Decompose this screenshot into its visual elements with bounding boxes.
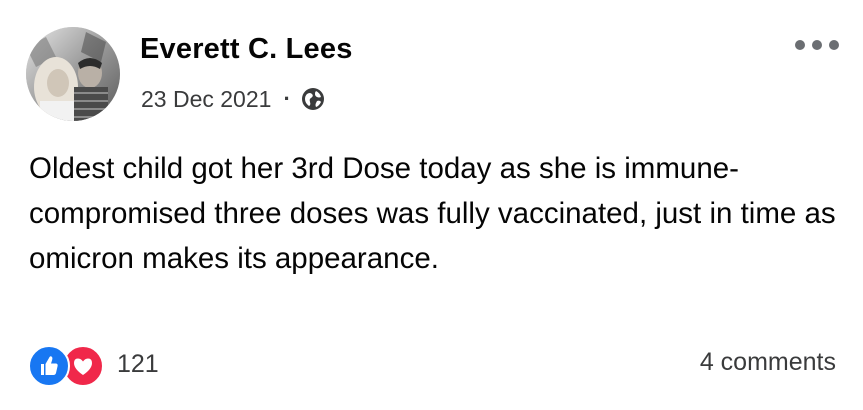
avatar-photo	[26, 27, 120, 121]
post-card: Everett C. Lees 23 Dec 2021 · Oldest chi…	[0, 0, 863, 410]
comments-count[interactable]: 4 comments	[700, 348, 836, 377]
reactions-summary[interactable]: 121	[28, 344, 159, 387]
author-avatar[interactable]	[26, 27, 120, 121]
meta-separator: ·	[283, 86, 291, 111]
more-options-icon	[812, 40, 822, 50]
more-options-icon	[829, 40, 839, 50]
post-text: Oldest child got her 3rd Dose today as s…	[29, 152, 836, 275]
like-icon	[28, 345, 70, 387]
more-options-button[interactable]	[795, 34, 839, 56]
globe-icon[interactable]	[301, 87, 325, 111]
post-meta: 23 Dec 2021 ·	[141, 84, 325, 114]
more-options-icon	[795, 40, 805, 50]
reaction-count[interactable]: 121	[117, 350, 159, 379]
reaction-icons	[28, 344, 104, 387]
author-name[interactable]: Everett C. Lees	[140, 33, 353, 66]
post-timestamp[interactable]: 23 Dec 2021	[141, 86, 271, 113]
